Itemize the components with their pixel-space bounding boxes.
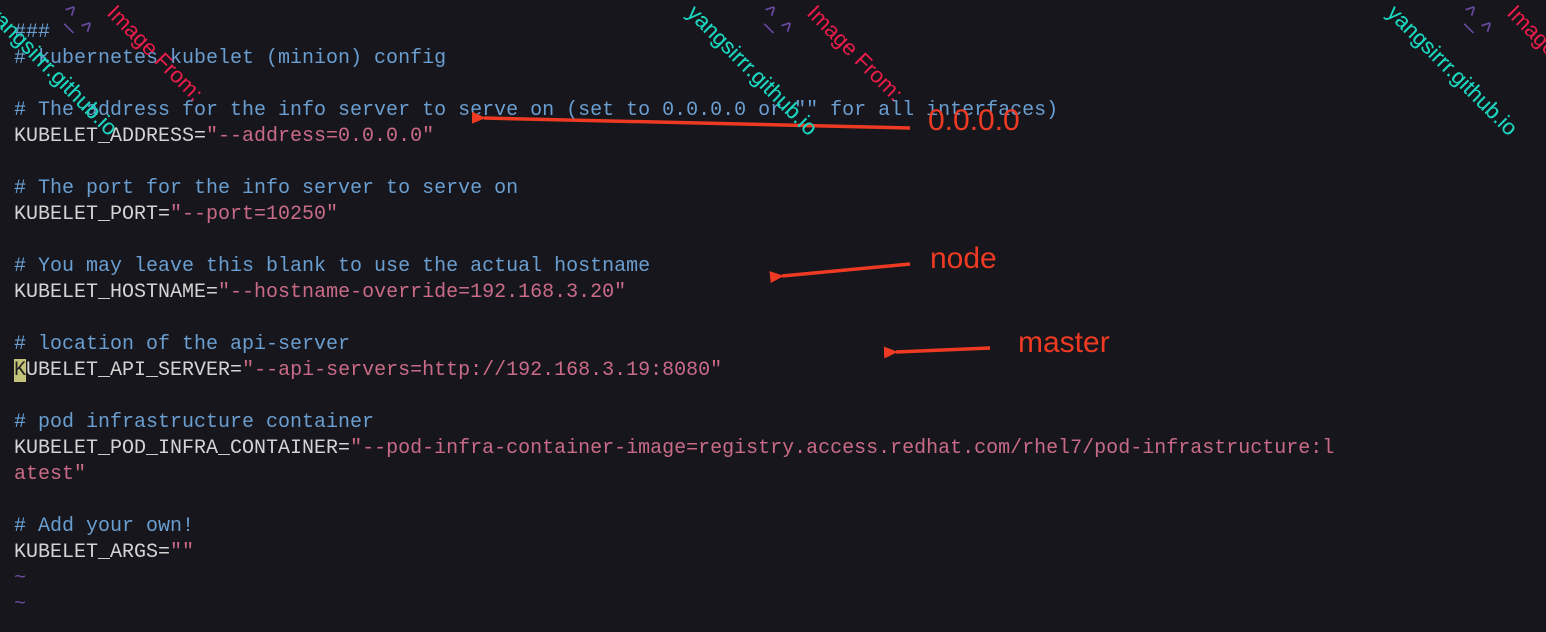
annotation-arrows: [0, 0, 1546, 632]
